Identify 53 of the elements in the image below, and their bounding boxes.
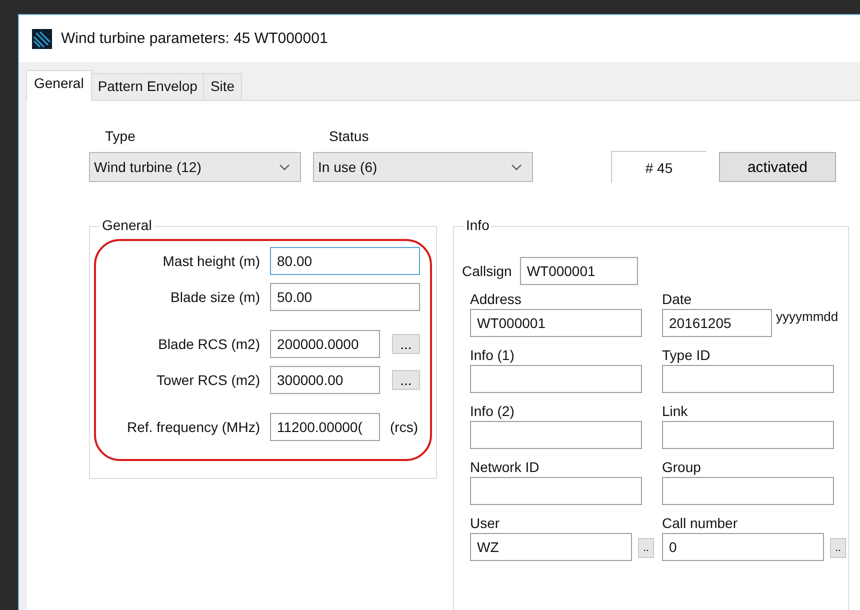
field-label: Info (1): [470, 347, 516, 363]
field-label: User: [470, 515, 501, 531]
number-field[interactable]: # 45: [611, 151, 706, 183]
input-field[interactable]: 50.00: [270, 283, 420, 311]
group-title: General: [100, 217, 154, 233]
input-field[interactable]: 80.00: [270, 247, 420, 275]
field-label: Date: [662, 291, 693, 307]
input-field[interactable]: [470, 421, 642, 449]
input-field[interactable]: [662, 365, 834, 393]
input-field[interactable]: 200000.0000: [270, 330, 380, 358]
input-field[interactable]: [470, 365, 642, 393]
input-field[interactable]: WZ: [470, 533, 632, 561]
field-label: Blade size (m): [170, 289, 261, 305]
browse-button[interactable]: ..: [830, 538, 846, 558]
input-field[interactable]: 300000.00: [270, 366, 380, 394]
tab[interactable]: Pattern Envelop: [90, 73, 204, 100]
chevron-down-icon: [279, 164, 290, 170]
group-title: Info: [464, 217, 492, 233]
field-label: Callsign: [462, 263, 512, 279]
input-field[interactable]: 11200.00000(: [270, 413, 380, 441]
input-field[interactable]: 0: [662, 533, 824, 561]
field-label: Ref. frequency (MHz): [126, 419, 261, 435]
format-hint: yyyymmdd: [776, 309, 838, 324]
chevron-down-icon: [511, 164, 522, 170]
browse-button[interactable]: ..: [638, 538, 654, 558]
unit-label: (rcs): [390, 419, 418, 435]
field-label: Mast height (m): [162, 253, 261, 269]
field-label: Network ID: [470, 459, 540, 475]
input-field[interactable]: [470, 477, 642, 505]
input-field[interactable]: [662, 421, 834, 449]
field-label: Group: [662, 459, 702, 475]
field-label: Call number: [662, 515, 738, 531]
browse-button[interactable]: ...: [392, 334, 420, 354]
field-label: Link: [662, 403, 689, 419]
status-dropdown[interactable]: In use (6): [313, 152, 533, 182]
field-label: Blade RCS (m2): [157, 336, 261, 352]
input-field[interactable]: [662, 477, 834, 505]
field-label: Type: [105, 128, 136, 144]
type-dropdown[interactable]: Wind turbine (12): [89, 152, 301, 182]
field-label: Status: [329, 128, 370, 144]
activated-button[interactable]: activated: [719, 152, 836, 182]
input-field[interactable]: WT000001: [470, 309, 642, 337]
tab[interactable]: Site: [203, 73, 242, 100]
window-title: Wind turbine parameters: 45 WT000001: [61, 30, 328, 47]
browse-button[interactable]: ...: [392, 370, 420, 390]
tab[interactable]: General: [26, 70, 92, 101]
app-icon: [32, 28, 52, 48]
field-label: Type ID: [662, 347, 712, 363]
field-label: Info (2): [470, 403, 516, 419]
input-field[interactable]: 20161205: [662, 309, 772, 337]
field-label: Address: [470, 291, 522, 307]
input-field[interactable]: WT000001: [520, 257, 638, 285]
field-label: Tower RCS (m2): [156, 372, 261, 388]
